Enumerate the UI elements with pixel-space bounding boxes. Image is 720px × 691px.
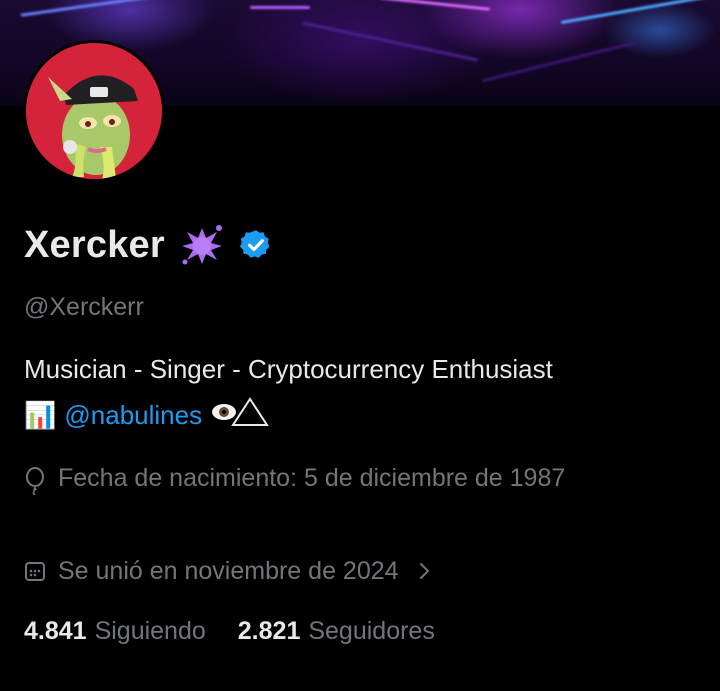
- join-date-text: Se unió en noviembre de 2024: [58, 557, 399, 585]
- bio-trailing-emoji: [210, 396, 270, 435]
- banner-light-streak: [250, 6, 310, 9]
- balloon-icon: [26, 467, 44, 495]
- banner-light-streak: [301, 21, 479, 62]
- profile-name: Xercker: [24, 223, 165, 266]
- verified-badge-icon[interactable]: [239, 228, 273, 262]
- bar-chart-emoji: 📊: [24, 400, 57, 430]
- birth-date: Fecha de nacimiento: 5 de diciembre de 1…: [24, 459, 644, 497]
- chevron-right-icon: [419, 563, 429, 579]
- bio-line: Musician - Singer - Cryptocurrency Enthu…: [24, 354, 553, 384]
- banner-light-streak: [560, 0, 710, 25]
- following-link[interactable]: 4.841 Siguiendo: [24, 617, 206, 646]
- bio-line: 📊 @nabulines: [24, 396, 270, 435]
- follow-stats: 4.841 Siguiendo 2.821 Seguidores: [24, 617, 435, 646]
- join-date[interactable]: Se unió en noviembre de 2024: [24, 552, 433, 590]
- paint-splat-icon: [179, 222, 225, 268]
- bio-mention-link[interactable]: @nabulines: [64, 400, 202, 431]
- followers-label: Seguidores: [308, 617, 435, 645]
- avatar-image: [26, 43, 162, 179]
- following-count: 4.841: [24, 617, 87, 645]
- avatar[interactable]: [23, 40, 165, 182]
- birth-date-text: Fecha de nacimiento: 5 de diciembre de 1…: [58, 464, 566, 492]
- banner-light-streak: [20, 0, 160, 17]
- banner-light-streak: [380, 0, 490, 11]
- following-label: Siguiendo: [94, 617, 206, 645]
- calendar-icon: [25, 562, 45, 581]
- followers-link[interactable]: 2.821 Seguidores: [238, 617, 435, 646]
- banner-light-streak: [482, 40, 638, 83]
- profile-handle: @Xerckerr: [24, 293, 144, 321]
- profile-name-row: Xercker: [24, 222, 273, 268]
- followers-count: 2.821: [237, 617, 301, 645]
